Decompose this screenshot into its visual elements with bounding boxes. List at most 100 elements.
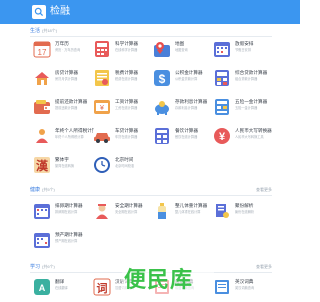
tool-prepayment-calculator[interactable]: 提前还款计算器 提前还款计算器 [30, 96, 90, 122]
chinese-character-icon: 漢 [33, 156, 51, 174]
tool-name: 安全期计算器 [115, 203, 143, 208]
piggy-bank-icon [153, 98, 171, 116]
tool-name: 繁体字 [55, 157, 69, 162]
tool-fund-calculator[interactable]: $ 公积金计算器 公积金贷款计算 [150, 67, 210, 93]
svg-text:$: $ [159, 72, 166, 86]
salary-icon: ¥ [93, 98, 111, 116]
tool-name: 地图 [175, 41, 185, 46]
svg-text:¥: ¥ [219, 131, 226, 143]
dollar-icon: $ [153, 69, 171, 87]
tool-desc: 五险一金计算器 [235, 106, 258, 110]
tool-desc: 年终个人所得税计算 [55, 135, 84, 139]
tool-desc: 在线科学计算器 [115, 48, 138, 52]
tool-catering-calculator[interactable]: 餐饮计算器 餐饮在线计算器 [150, 125, 210, 151]
tool-name: 车贷计算器 [115, 128, 138, 133]
tool-name: 万年历 [55, 41, 69, 46]
holiday-calendar-icon [213, 40, 231, 58]
calendar-icon: 17 [33, 40, 51, 58]
tool-tax-calculator[interactable]: 税费计算器 税费在线计算器 [90, 67, 150, 93]
person-tax-icon [33, 127, 51, 145]
section-header-health: 健康 (共5个) 查看更多 [30, 184, 272, 196]
ovulation-calendar-icon [33, 202, 51, 220]
tool-desc: 公积金贷款计算 [175, 77, 198, 81]
tool-beijing-time[interactable]: 北京时间 北京时间校准 [90, 154, 150, 180]
tool-name: 工资计算器 [115, 99, 138, 104]
wallet-icon [33, 98, 51, 116]
calculator-icon [93, 40, 111, 58]
tool-car-loan[interactable]: 车贷计算器 车贷在线计算器 [90, 125, 150, 151]
tool-name: 预产期计算器 [55, 232, 83, 237]
tool-name: 综合贷款计算器 [235, 70, 268, 75]
tool-name: 五险一金计算器 [235, 99, 268, 104]
tool-safe-period-calculator[interactable]: 安全期计算器 安全期在线计算 [90, 200, 150, 226]
tool-desc: 在线翻译 [55, 286, 68, 290]
tool-mortgage-calculator[interactable]: 房贷计算器 房贷月供计算器 [30, 67, 90, 93]
yuan-icon: ¥ [213, 127, 231, 145]
tool-desc: 预产期在线计算 [55, 239, 78, 243]
svg-text:17: 17 [38, 48, 47, 57]
menu-icon [153, 127, 171, 145]
english-book-icon [213, 278, 231, 296]
svg-text:词: 词 [97, 282, 108, 295]
tool-desc: 英汉词典查询 [235, 286, 255, 290]
tool-name: 人民币大写转换器 [235, 128, 272, 133]
tool-desc: 人民币大写转换工具 [235, 135, 264, 139]
tool-holiday[interactable]: 放假安排 节假日安排 [210, 38, 270, 64]
house-icon [33, 69, 51, 87]
tool-translate[interactable]: A 翻译 在线翻译 [30, 276, 90, 302]
tool-deposit-interest[interactable]: 存款利息计算器 存款利息计算器 [150, 96, 210, 122]
dictionary-icon: 词 [93, 278, 111, 296]
tool-desc: 车贷在线计算器 [115, 135, 138, 139]
tool-combined-loan[interactable]: 综合贷款计算器 组合贷款计算器 [210, 67, 270, 93]
tool-name: 税费计算器 [115, 70, 138, 75]
tool-name: 房贷计算器 [55, 70, 78, 75]
tool-salary-calculator[interactable]: ¥ 工资计算器 工资在线计算器 [90, 96, 150, 122]
tool-social-insurance[interactable]: 五险一金计算器 五险一金计算器 [210, 96, 270, 122]
map-icon [153, 40, 171, 58]
search-icon[interactable] [32, 5, 46, 19]
page-title: 检融 [50, 6, 70, 17]
tool-name: 餐饮计算器 [175, 128, 198, 133]
tool-desc: 组合贷款计算器 [235, 77, 258, 81]
tool-desc: 地图查询 [175, 48, 188, 52]
tool-name: 英汉词典 [235, 279, 254, 284]
tool-desc: 聚份在线解析 [235, 210, 255, 214]
tool-calendar[interactable]: 17 万年历 黄历 · 万年历查询 [30, 38, 90, 64]
tool-desc: 黄历 · 万年历查询 [55, 48, 81, 52]
tool-due-date-calculator[interactable]: 预产期计算器 预产期在线计算 [30, 229, 90, 255]
tool-name: 整儿体重计算器 [175, 203, 208, 208]
tool-rmb-converter[interactable]: ¥ 人民币大写转换器 人民币大写转换工具 [210, 125, 272, 151]
tool-desc: 安全期在线计算 [115, 210, 138, 214]
due-date-calendar-icon [33, 231, 51, 249]
tax-form-icon [93, 69, 111, 87]
nurse-icon [93, 202, 111, 220]
tool-analysis[interactable]: 聚份解析 聚份在线解析 [210, 200, 270, 226]
tool-desc: 繁简在线转换 [55, 164, 75, 168]
car-icon [93, 127, 111, 145]
tool-desc: 节假日安排 [235, 48, 251, 52]
tool-desc: 税费在线计算器 [115, 77, 138, 81]
tool-name: 公积金计算器 [175, 70, 203, 75]
tool-year-end-tax[interactable]: 年终个人所得税计算器 年终个人所得税计算 [30, 125, 101, 151]
tool-desc: 存款利息计算器 [175, 106, 198, 110]
tool-name: 提前还款计算器 [55, 99, 88, 104]
tool-ovulation-calculator[interactable]: 排卵期计算器 排卵期在线计算 [30, 200, 90, 226]
watermark-text: 便民库 [124, 267, 194, 292]
tool-desc: 排卵期在线计算 [55, 210, 78, 214]
tool-desc: 北京时间校准 [115, 164, 135, 168]
tool-english-dictionary[interactable]: 英汉词典 英汉词典查询 [210, 276, 270, 302]
tool-name: 北京时间 [115, 157, 134, 162]
tool-name: 存款利息计算器 [175, 99, 208, 104]
clock-icon [93, 156, 111, 174]
tool-traditional-chinese[interactable]: 漢 繁体字 繁简在线转换 [30, 154, 90, 180]
tool-map[interactable]: 地图 地图查询 [150, 38, 210, 64]
tool-baby-weight-calculator[interactable]: 整儿体重计算器 整儿体重在线计算 [150, 200, 210, 226]
app-header: 检融 [0, 0, 300, 24]
tool-scientific-calculator[interactable]: 科学计算器 在线科学计算器 [90, 38, 150, 64]
insurance-icon [213, 98, 231, 116]
tool-desc: 整儿体重在线计算 [175, 210, 201, 214]
tool-desc: 工资在线计算器 [115, 106, 138, 110]
tool-name: 聚份解析 [235, 203, 254, 208]
tool-name: 翻译 [55, 279, 65, 284]
section-divider [30, 36, 272, 37]
